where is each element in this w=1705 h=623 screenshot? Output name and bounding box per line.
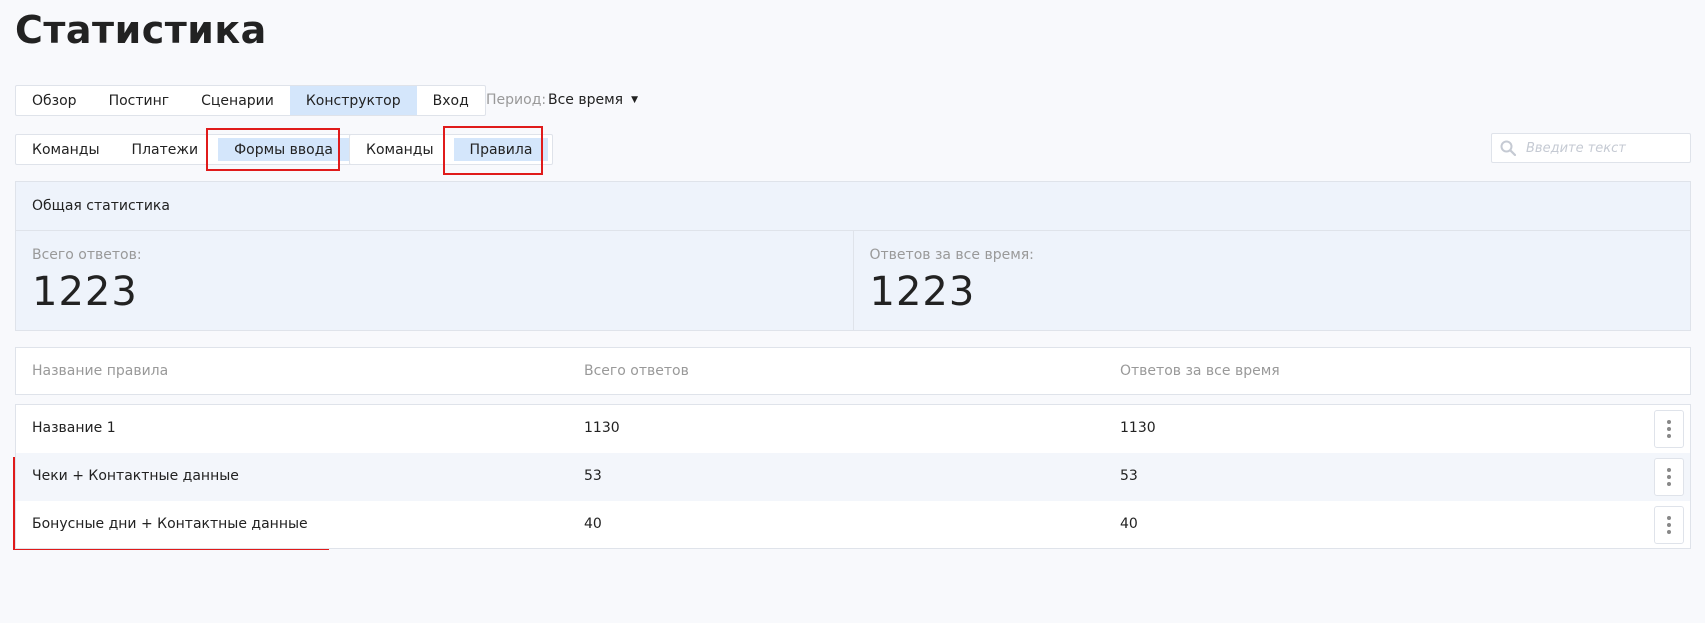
col-rule-name[interactable]: Название правила	[32, 363, 168, 379]
caret-down-icon: ▼	[631, 95, 639, 105]
row-menu-button[interactable]	[1654, 458, 1684, 496]
subtab-rules[interactable]: Правила	[453, 138, 549, 161]
subtab-commands[interactable]: Команды	[16, 135, 116, 164]
tab-posting[interactable]: Постинг	[93, 86, 186, 115]
period-label: Период:	[486, 92, 547, 108]
row-all-time: 53	[1120, 468, 1138, 484]
search-input[interactable]	[1526, 140, 1686, 156]
subtab-payments[interactable]: Платежи	[116, 135, 215, 164]
stat-total-value: 1223	[32, 269, 138, 315]
main-tabs: Обзор Постинг Сценарии Конструктор Вход	[15, 85, 486, 116]
table-body: Название 1 1130 1130 Чеки + Контактные д…	[15, 404, 1691, 549]
row-name: Бонусные дни + Контактные данные	[32, 516, 308, 532]
page-title: Статистика	[15, 8, 267, 52]
sub-tabs-right: Команды Правила	[349, 134, 554, 165]
kebab-icon	[1667, 516, 1671, 520]
stat-total-label: Всего ответов:	[32, 247, 142, 263]
row-all-time: 40	[1120, 516, 1138, 532]
row-name: Название 1	[32, 420, 116, 436]
table-header: Название правила Всего ответов Ответов з…	[15, 347, 1691, 395]
stats-heading: Общая статистика	[16, 182, 1690, 231]
statistics-page: Статистика Обзор Постинг Сценарии Констр…	[0, 0, 1705, 623]
tab-scenarios[interactable]: Сценарии	[185, 86, 290, 115]
stat-all-time-label: Ответов за все время:	[869, 247, 1034, 263]
table-row[interactable]: Бонусные дни + Контактные данные 40 40	[16, 501, 1690, 549]
row-total: 53	[584, 468, 602, 484]
stat-all-time-value: 1223	[869, 269, 976, 315]
table-row[interactable]: Название 1 1130 1130	[16, 405, 1690, 453]
tab-login[interactable]: Вход	[417, 86, 485, 115]
search-icon	[1500, 140, 1516, 156]
period-dropdown[interactable]: Все время ▼	[548, 92, 638, 108]
stat-total: Всего ответов: 1223	[16, 231, 853, 330]
kebab-icon	[1667, 420, 1671, 424]
kebab-icon	[1667, 468, 1671, 472]
tab-overview[interactable]: Обзор	[16, 86, 93, 115]
row-name: Чеки + Контактные данные	[32, 468, 239, 484]
col-total[interactable]: Всего ответов	[584, 363, 689, 379]
row-total: 1130	[584, 420, 620, 436]
tab-constructor[interactable]: Конструктор	[289, 86, 417, 115]
table-row[interactable]: Чеки + Контактные данные 53 53	[16, 453, 1690, 501]
sub-tabs-left: Команды Платежи Формы ввода	[15, 134, 354, 165]
col-all-time[interactable]: Ответов за все время	[1120, 363, 1280, 379]
subtab-forms-commands[interactable]: Команды	[350, 135, 450, 164]
row-menu-button[interactable]	[1654, 506, 1684, 544]
general-stats-panel: Общая статистика Всего ответов: 1223 Отв…	[15, 181, 1691, 331]
stat-all-time: Ответов за все время: 1223	[852, 231, 1691, 330]
subtab-input-forms[interactable]: Формы ввода	[218, 138, 349, 161]
row-menu-button[interactable]	[1654, 410, 1684, 448]
row-all-time: 1130	[1120, 420, 1156, 436]
period-value: Все время	[548, 92, 624, 108]
search-box[interactable]	[1491, 133, 1691, 163]
row-total: 40	[584, 516, 602, 532]
